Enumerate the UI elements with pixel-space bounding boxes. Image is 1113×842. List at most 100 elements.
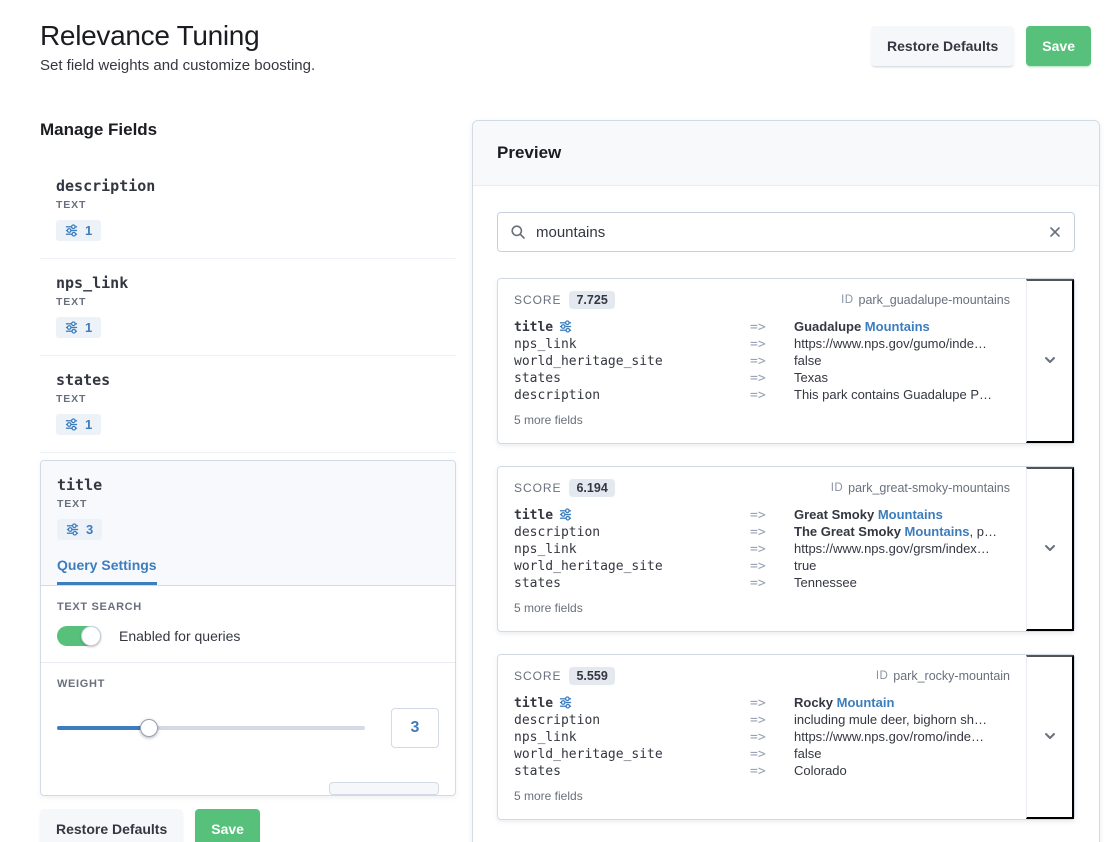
result-field-arrow: => <box>750 576 794 592</box>
expand-result-button[interactable] <box>1026 279 1074 443</box>
result-field-row: description=>The Great Smoky Mountains, … <box>514 524 1010 541</box>
result-field-name: description <box>514 525 750 541</box>
sliders-icon <box>65 321 78 334</box>
result-field-arrow: => <box>750 354 794 370</box>
result-field-arrow: => <box>750 713 794 729</box>
result-field-value: Great Smoky Mountains <box>794 507 1010 523</box>
result-field-arrow: => <box>750 388 794 404</box>
field-type-label: TEXT <box>56 393 440 405</box>
result-card-main: SCORE5.559IDpark_rocky-mountaintitle=>Ro… <box>498 655 1026 819</box>
result-field-row: nps_link=>https://www.nps.gov/grsm/index… <box>514 541 1010 558</box>
result-field-value: Rocky Mountain <box>794 695 1010 711</box>
weight-input[interactable]: 3 <box>391 708 439 748</box>
result-fields: title=>Great Smoky Mountainsdescription=… <box>514 506 1010 592</box>
field-type-label: TEXT <box>57 498 439 510</box>
sliders-icon <box>66 523 79 536</box>
result-field-value: Colorado <box>794 763 1010 779</box>
result-field-name: world_heritage_site <box>514 354 750 370</box>
clear-search-button[interactable] <box>1048 225 1062 239</box>
search-bar <box>497 212 1075 252</box>
result-field-value: https://www.nps.gov/grsm/index… <box>794 541 1010 557</box>
text-search-toggle-label: Enabled for queries <box>119 628 240 644</box>
result-field-value: https://www.nps.gov/romo/inde… <box>794 729 1010 745</box>
text-search-toggle[interactable] <box>57 626 101 646</box>
score-badge: 7.725 <box>569 291 614 309</box>
header-actions: Restore Defaults Save <box>871 20 1091 66</box>
field-weight-value: 1 <box>85 417 92 432</box>
slider-thumb[interactable] <box>140 719 158 737</box>
result-card: SCORE6.194IDpark_great-smoky-mountainsti… <box>497 466 1075 632</box>
text-search-toggle-row: Enabled for queries <box>57 626 439 646</box>
result-field-value: The Great Smoky Mountains, p… <box>794 524 1010 540</box>
field-weight-value: 1 <box>85 320 92 335</box>
partial-button[interactable] <box>329 782 439 795</box>
result-card: SCORE7.725IDpark_guadalupe-mountainstitl… <box>497 278 1075 444</box>
manage-fields-heading: Manage Fields <box>40 120 456 140</box>
manage-fields-column: Manage Fields description TEXT 1 nps_lin… <box>40 74 456 842</box>
text-search-heading: TEXT SEARCH <box>57 601 439 613</box>
field-row-states[interactable]: states TEXT 1 <box>40 356 456 453</box>
result-card-header: SCORE7.725IDpark_guadalupe-mountains <box>514 291 1010 309</box>
content: Manage Fields description TEXT 1 nps_lin… <box>0 74 1113 842</box>
result-field-arrow: => <box>750 508 794 524</box>
field-panel-tabs: Query Settings <box>41 541 455 586</box>
expand-result-button[interactable] <box>1026 655 1074 819</box>
save-button[interactable]: Save <box>1026 26 1091 66</box>
page-header-text: Relevance Tuning Set field weights and c… <box>40 20 315 74</box>
more-fields-link[interactable]: 5 more fields <box>514 413 583 427</box>
weight-heading: WEIGHT <box>57 678 439 690</box>
result-field-arrow: => <box>750 371 794 387</box>
restore-defaults-button[interactable]: Restore Defaults <box>871 26 1014 66</box>
field-panel-title: title TEXT 3 Query Settings TEXT SEARCH … <box>40 460 456 796</box>
sliders-icon <box>559 696 572 709</box>
field-type-label: TEXT <box>56 296 440 308</box>
result-field-row: states=>Tennessee <box>514 575 1010 592</box>
result-field-value: true <box>794 558 1010 574</box>
preview-heading: Preview <box>473 121 1099 186</box>
result-field-name: description <box>514 713 750 729</box>
weight-row: 3 <box>57 708 439 748</box>
result-fields: title=>Rocky Mountaindescription=>includ… <box>514 694 1010 780</box>
result-card-header: SCORE6.194IDpark_great-smoky-mountains <box>514 479 1010 497</box>
result-field-value: Tennessee <box>794 575 1010 591</box>
field-name: nps_link <box>56 274 440 292</box>
result-field-row: title=>Great Smoky Mountains <box>514 506 1010 524</box>
preview-body: SCORE7.725IDpark_guadalupe-mountainstitl… <box>473 186 1099 842</box>
tab-query-settings[interactable]: Query Settings <box>57 557 157 585</box>
score-label: SCORE <box>514 481 561 495</box>
field-row-description[interactable]: description TEXT 1 <box>40 162 456 259</box>
more-fields-link[interactable]: 5 more fields <box>514 789 583 803</box>
sliders-icon <box>65 224 78 237</box>
result-field-name: description <box>514 388 750 404</box>
result-field-value: false <box>794 746 1010 762</box>
result-field-row: world_heritage_site=>true <box>514 558 1010 575</box>
result-field-row: title=>Guadalupe Mountains <box>514 318 1010 336</box>
result-card: SCORE5.559IDpark_rocky-mountaintitle=>Ro… <box>497 654 1075 820</box>
result-field-row: title=>Rocky Mountain <box>514 694 1010 712</box>
field-weight-value: 1 <box>85 223 92 238</box>
field-row-title[interactable]: title TEXT 3 <box>41 461 455 541</box>
result-field-name: nps_link <box>514 730 750 746</box>
result-field-name: title <box>514 506 750 524</box>
field-name: description <box>56 177 440 195</box>
expand-result-button[interactable] <box>1026 467 1074 631</box>
result-field-name: title <box>514 694 750 712</box>
result-field-arrow: => <box>750 747 794 763</box>
result-field-value: false <box>794 353 1010 369</box>
sliders-icon <box>559 320 572 333</box>
search-input[interactable] <box>536 224 1038 241</box>
result-card-header: SCORE5.559IDpark_rocky-mountain <box>514 667 1010 685</box>
result-field-arrow: => <box>750 525 794 541</box>
result-field-arrow: => <box>750 730 794 746</box>
more-fields-link[interactable]: 5 more fields <box>514 601 583 615</box>
restore-defaults-button-footer[interactable]: Restore Defaults <box>40 809 183 842</box>
weight-slider[interactable] <box>57 719 365 737</box>
result-field-name: world_heritage_site <box>514 559 750 575</box>
save-button-footer[interactable]: Save <box>195 809 260 842</box>
result-field-value: https://www.nps.gov/gumo/inde… <box>794 336 1010 352</box>
result-field-arrow: => <box>750 337 794 353</box>
preview-column: Preview SCORE7.725IDpark_guadalupe-mount… <box>472 120 1100 842</box>
field-name: title <box>57 476 439 494</box>
result-field-row: nps_link=>https://www.nps.gov/romo/inde… <box>514 729 1010 746</box>
field-row-nps-link[interactable]: nps_link TEXT 1 <box>40 259 456 356</box>
